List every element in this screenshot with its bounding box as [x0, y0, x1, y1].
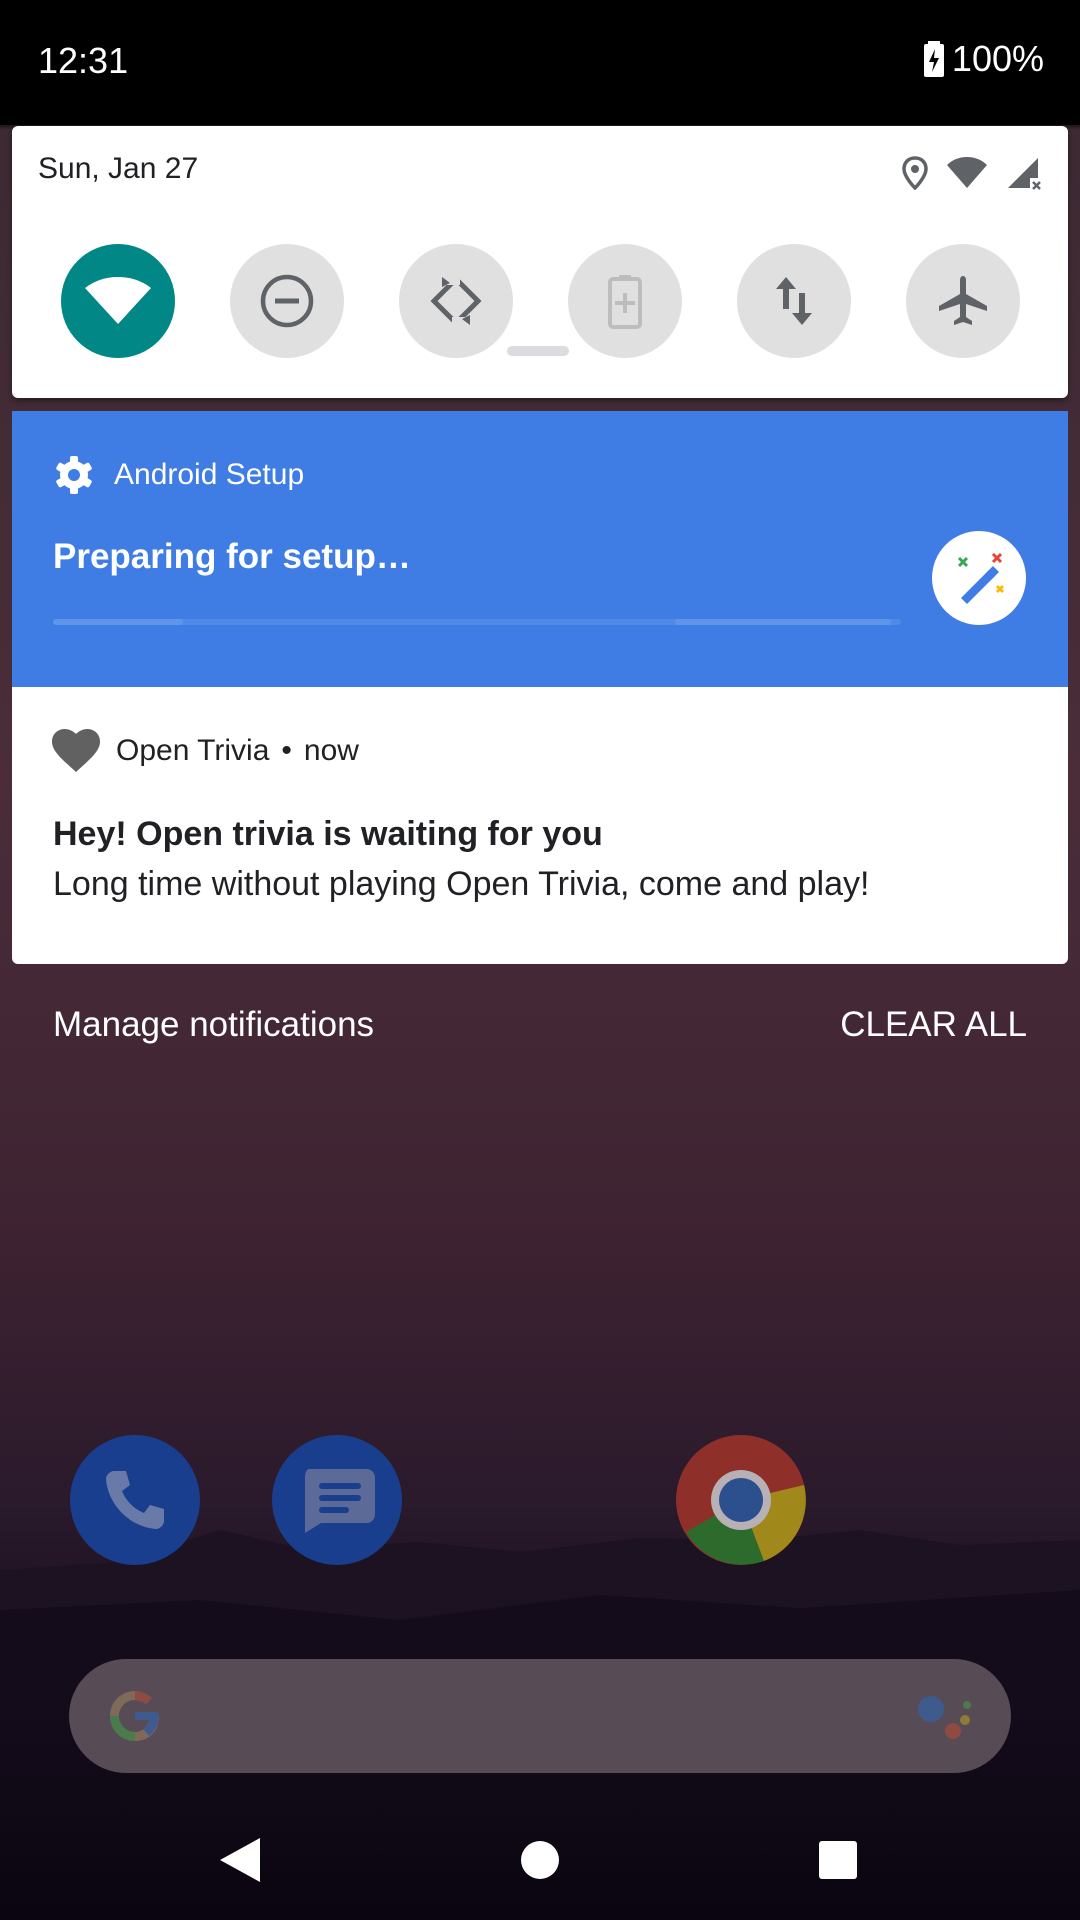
navigation-bar — [0, 1800, 1080, 1920]
tile-mobile-data[interactable] — [737, 244, 851, 358]
status-bar: 12:31 100% — [0, 0, 1080, 125]
trivia-headline: Hey! Open trivia is waiting for you — [53, 815, 603, 853]
trivia-app-header: Open Trivia • now — [52, 729, 359, 773]
wifi-icon — [947, 157, 987, 188]
tile-auto-rotate[interactable] — [399, 244, 513, 358]
setup-title: Preparing for setup… — [53, 537, 411, 576]
google-search-bar[interactable] — [69, 1659, 1011, 1773]
google-g-icon — [110, 1691, 159, 1741]
setup-app-header: Android Setup — [54, 455, 304, 495]
home-icon — [521, 1841, 559, 1879]
notification-time: now — [303, 734, 359, 767]
back-button[interactable] — [190, 1800, 290, 1920]
trivia-app-name: Open Trivia — [116, 734, 270, 767]
do-not-disturb-icon — [260, 274, 314, 328]
setup-notification[interactable]: Android Setup Preparing for setup… — [12, 411, 1068, 687]
home-button[interactable] — [490, 1800, 590, 1920]
quick-settings-panel[interactable]: Sun, Jan 27 — [12, 126, 1068, 398]
tile-battery-saver[interactable] — [568, 244, 682, 358]
mobile-data-icon — [776, 277, 812, 325]
heart-icon — [52, 729, 100, 772]
recents-button[interactable] — [788, 1800, 888, 1920]
cellular-no-signal-icon — [1008, 158, 1041, 190]
battery-charging-icon — [923, 41, 944, 77]
trivia-notification[interactable]: Open Trivia • now Hey! Open trivia is wa… — [12, 687, 1068, 964]
tile-airplane-mode[interactable] — [906, 244, 1020, 358]
phone-icon — [106, 1471, 164, 1529]
header-separator: • — [281, 734, 292, 767]
qs-drag-handle[interactable] — [507, 346, 569, 356]
settings-gear-icon — [56, 456, 92, 494]
phone-app[interactable] — [70, 1435, 200, 1565]
messages-app[interactable] — [272, 1435, 402, 1565]
battery-indicator: 100% — [923, 38, 1044, 80]
airplane-mode-icon — [939, 276, 987, 325]
clock: 12:31 — [38, 40, 129, 81]
setup-app-name: Android Setup — [114, 458, 305, 491]
chrome-icon — [676, 1435, 806, 1565]
tile-wifi[interactable] — [61, 244, 175, 358]
messages-icon — [305, 1469, 375, 1533]
progress-segment — [53, 619, 183, 625]
auto-rotate-icon — [430, 275, 482, 327]
battery-percent: 100% — [951, 38, 1044, 79]
qs-status-icons — [902, 156, 1042, 190]
setup-progress-bar — [53, 619, 901, 625]
progress-segment — [675, 619, 891, 625]
wifi-icon — [85, 277, 151, 324]
google-assistant-icon — [918, 1696, 971, 1739]
magic-wand-badge — [932, 531, 1026, 625]
notification-footer: Manage notifications CLEAR ALL — [0, 1005, 1080, 1055]
back-icon — [220, 1838, 260, 1882]
clear-all-button[interactable]: CLEAR ALL — [840, 1005, 1027, 1045]
trivia-body: Long time without playing Open Trivia, c… — [53, 865, 870, 903]
date-label: Sun, Jan 27 — [38, 152, 199, 185]
magic-wand-icon — [957, 552, 1005, 604]
location-icon — [902, 156, 928, 190]
battery-saver-icon — [608, 275, 642, 329]
chrome-app[interactable] — [676, 1435, 806, 1565]
tile-do-not-disturb[interactable] — [230, 244, 344, 358]
manage-notifications-button[interactable]: Manage notifications — [53, 1005, 374, 1045]
recents-icon — [819, 1841, 857, 1879]
